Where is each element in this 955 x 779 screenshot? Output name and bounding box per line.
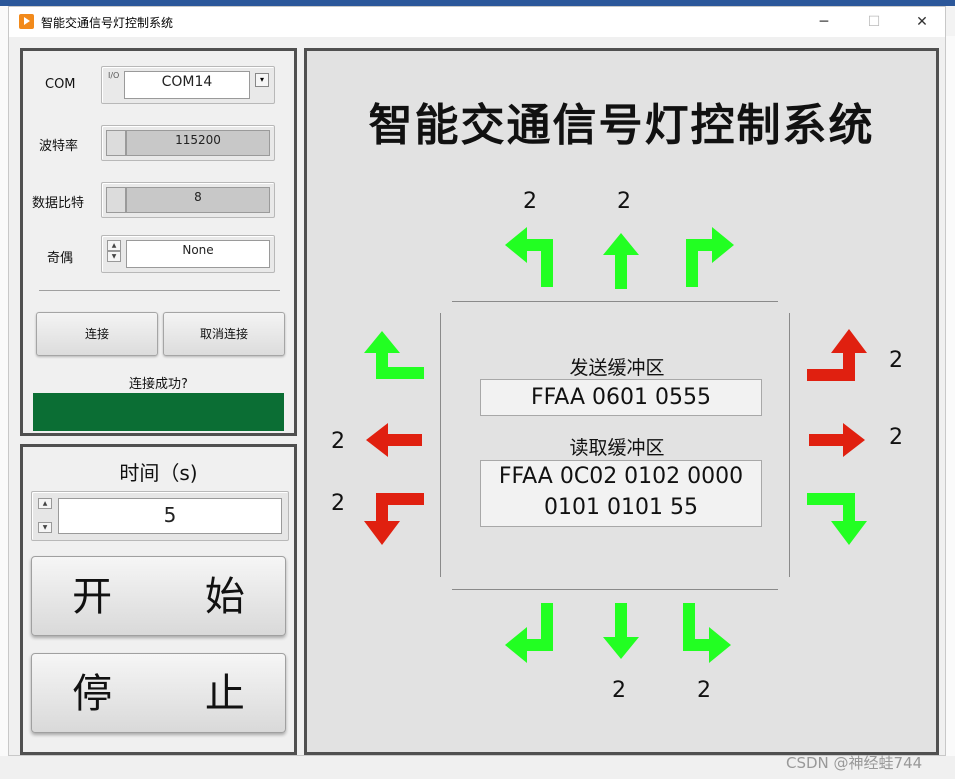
parity-value: None bbox=[126, 240, 270, 268]
display-title: 智能交通信号灯控制系统 bbox=[368, 100, 875, 151]
parity-field[interactable]: ▲ ▼ None bbox=[101, 235, 275, 273]
west-straight-count: 2 bbox=[331, 429, 345, 454]
west-right-arrow-icon bbox=[364, 493, 424, 545]
intersection-bottom-line bbox=[452, 589, 778, 590]
disconnect-button[interactable]: 取消连接 bbox=[163, 312, 285, 356]
south-right-count: 2 bbox=[697, 678, 711, 703]
watermark: CSDN @神经蛙744 bbox=[786, 754, 923, 772]
databits-label: 数据比特 bbox=[32, 196, 85, 211]
title-bar: 智能交通信号灯控制系统 ─ ☐ ✕ bbox=[9, 7, 945, 37]
spin-up-icon[interactable]: ▲ bbox=[107, 240, 121, 251]
databits-value: 8 bbox=[126, 187, 270, 213]
read-buffer-label: 读取缓冲区 bbox=[569, 437, 665, 459]
east-right-arrow-icon bbox=[807, 493, 867, 545]
connection-status-label: 连接成功? bbox=[129, 377, 188, 392]
baud-rate-field[interactable]: 115200 bbox=[101, 125, 275, 161]
send-buffer-field[interactable]: FFAA 0601 0555 bbox=[480, 379, 762, 416]
baud-rate-handle bbox=[106, 130, 126, 156]
connection-status-led bbox=[33, 393, 284, 431]
serial-settings-panel: COM I/O COM14 ▾ 波特率 115200 数据比特 8 奇偶 ▲ ▼… bbox=[20, 48, 297, 436]
south-left-arrow-icon bbox=[505, 603, 553, 663]
spin-up-icon[interactable]: ▲ bbox=[38, 498, 52, 509]
com-port-value: COM14 bbox=[124, 71, 250, 99]
send-buffer-label: 发送缓冲区 bbox=[569, 357, 665, 379]
time-label: 时间（s) bbox=[119, 461, 198, 485]
parity-label: 奇偶 bbox=[47, 251, 74, 266]
window-title: 智能交通信号灯控制系统 bbox=[41, 16, 174, 30]
baud-rate-value: 115200 bbox=[126, 130, 270, 156]
read-buffer-line: FFAA 0C02 0102 0000 bbox=[498, 464, 744, 489]
north-right-arrow-icon bbox=[686, 227, 734, 287]
intersection-left-line bbox=[440, 313, 441, 577]
com-label: COM bbox=[45, 77, 76, 92]
west-straight-arrow-icon bbox=[366, 423, 422, 457]
south-straight-count: 2 bbox=[612, 678, 626, 703]
maximize-button[interactable]: ☐ bbox=[859, 11, 889, 33]
timer-panel: 时间（s) ▲ ▼ 5 开 始 停 止 bbox=[20, 444, 297, 755]
read-buffer-line: 0101 0101 55 bbox=[544, 495, 698, 520]
north-left-arrow-icon bbox=[505, 227, 553, 287]
minimize-button[interactable]: ─ bbox=[809, 11, 839, 33]
west-right-count: 2 bbox=[331, 491, 345, 516]
divider bbox=[39, 290, 280, 291]
app-icon bbox=[19, 14, 34, 29]
databits-handle bbox=[106, 187, 126, 213]
background-app-left bbox=[0, 6, 8, 779]
north-left-count: 2 bbox=[523, 189, 537, 214]
spin-down-icon[interactable]: ▼ bbox=[38, 522, 52, 533]
io-icon: I/O bbox=[108, 71, 120, 80]
com-port-select[interactable]: I/O COM14 ▾ bbox=[101, 66, 275, 104]
databits-field[interactable]: 8 bbox=[101, 182, 275, 218]
traffic-display-panel: 智能交通信号灯控制系统 2 2 发送缓冲区 FFAA 0601 0555 读取缓… bbox=[304, 48, 939, 755]
south-straight-arrow-icon bbox=[603, 603, 639, 659]
close-button[interactable]: ✕ bbox=[907, 11, 937, 33]
spin-down-icon[interactable]: ▼ bbox=[107, 251, 121, 262]
client-area: COM I/O COM14 ▾ 波特率 115200 数据比特 8 奇偶 ▲ ▼… bbox=[9, 37, 945, 755]
start-button[interactable]: 开 始 bbox=[31, 556, 286, 636]
read-buffer-field[interactable]: FFAA 0C02 0102 0000 0101 0101 55 bbox=[480, 460, 762, 527]
time-input[interactable]: 5 bbox=[58, 498, 282, 534]
dropdown-icon[interactable]: ▾ bbox=[255, 73, 269, 87]
intersection-top-line bbox=[452, 301, 778, 302]
south-right-arrow-icon bbox=[683, 603, 731, 663]
east-straight-count: 2 bbox=[889, 425, 903, 450]
east-left-count: 2 bbox=[889, 348, 903, 373]
intersection-right-line bbox=[789, 313, 790, 577]
west-left-arrow-icon bbox=[364, 331, 424, 379]
stop-button[interactable]: 停 止 bbox=[31, 653, 286, 733]
time-input-control[interactable]: ▲ ▼ 5 bbox=[31, 491, 289, 541]
east-straight-arrow-icon bbox=[809, 423, 865, 457]
baud-label: 波特率 bbox=[39, 139, 79, 154]
north-straight-count: 2 bbox=[617, 189, 631, 214]
app-window: 智能交通信号灯控制系统 ─ ☐ ✕ COM I/O COM14 ▾ 波特率 11… bbox=[8, 6, 946, 756]
east-left-arrow-icon bbox=[807, 329, 867, 381]
connect-button[interactable]: 连接 bbox=[36, 312, 158, 356]
north-straight-arrow-icon bbox=[603, 233, 639, 289]
